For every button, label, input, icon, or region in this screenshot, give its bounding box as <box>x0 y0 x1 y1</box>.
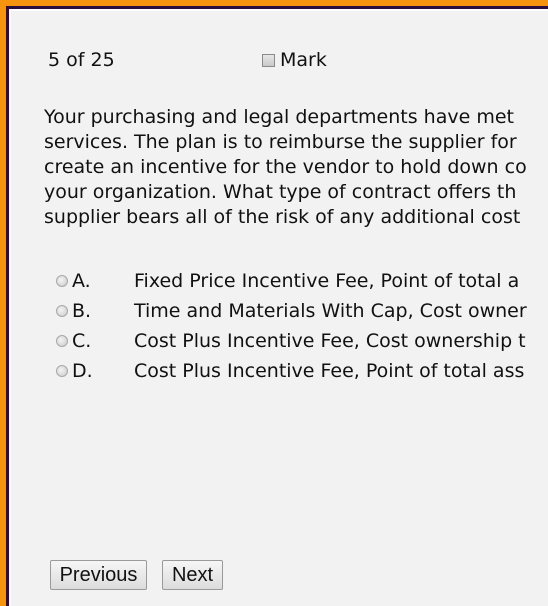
previous-button[interactable]: Previous <box>50 560 147 590</box>
radio-icon[interactable] <box>56 275 68 287</box>
question-counter: 5 of 25 <box>48 49 115 71</box>
option-text: Cost Plus Incentive Fee, Point of total … <box>134 360 525 382</box>
option-a[interactable]: A. Fixed Price Incentive Fee, Point of t… <box>56 266 527 296</box>
question-line: your organization. What type of contract… <box>44 181 517 203</box>
option-letter: B. <box>72 300 92 322</box>
option-text: Time and Materials With Cap, Cost owner <box>134 300 527 322</box>
option-letter: D. <box>72 360 93 382</box>
option-d[interactable]: D. Cost Plus Incentive Fee, Point of tot… <box>56 356 527 386</box>
option-letter: C. <box>72 330 92 352</box>
mark-checkbox[interactable]: Mark <box>262 49 327 71</box>
mark-label: Mark <box>280 49 327 71</box>
option-text: Cost Plus Incentive Fee, Cost ownership … <box>134 330 526 352</box>
option-text: Fixed Price Incentive Fee, Point of tota… <box>134 270 520 292</box>
question-text: Your purchasing and legal departments ha… <box>44 105 548 230</box>
radio-icon[interactable] <box>56 335 68 347</box>
checkbox-icon[interactable] <box>262 53 275 67</box>
radio-icon[interactable] <box>56 365 68 377</box>
option-c[interactable]: C. Cost Plus Incentive Fee, Cost ownersh… <box>56 326 527 356</box>
radio-icon[interactable] <box>56 305 68 317</box>
option-letter: A. <box>72 270 91 292</box>
answer-options: A. Fixed Price Incentive Fee, Point of t… <box>56 266 527 386</box>
question-line: create an incentive for the vendor to ho… <box>44 156 527 178</box>
quiz-frame: 5 of 25 Mark Your purchasing and legal d… <box>6 6 548 606</box>
question-line: supplier bears all of the risk of any ad… <box>44 206 521 228</box>
question-line: services. The plan is to reimburse the s… <box>44 131 517 153</box>
option-b[interactable]: B. Time and Materials With Cap, Cost own… <box>56 296 527 326</box>
next-button[interactable]: Next <box>162 560 223 590</box>
question-line: Your purchasing and legal departments ha… <box>44 106 514 128</box>
quiz-panel: 5 of 25 Mark Your purchasing and legal d… <box>9 9 548 606</box>
